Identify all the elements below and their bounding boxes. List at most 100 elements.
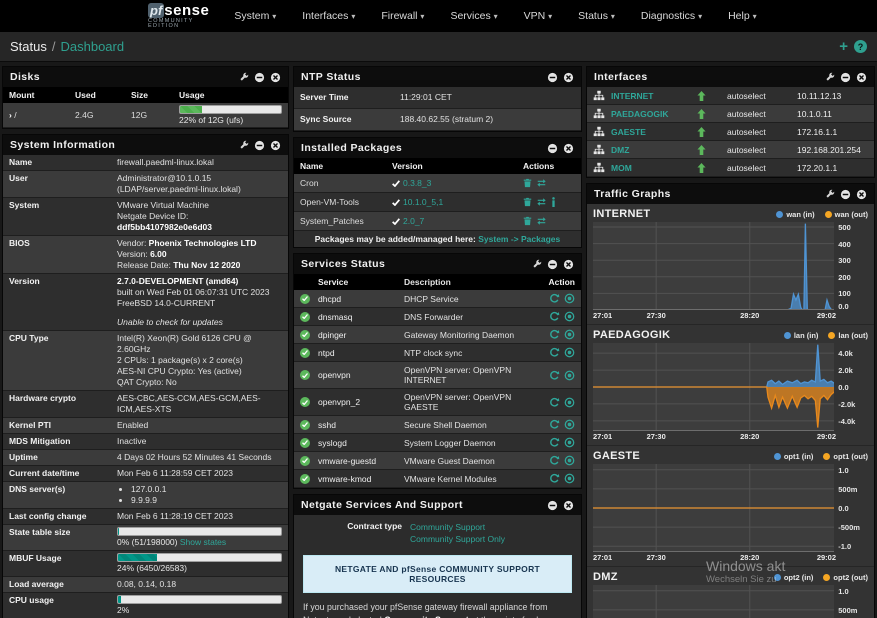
package-actions <box>523 216 575 226</box>
menu-diagnostics[interactable]: Diagnostics ▾ <box>628 10 715 22</box>
interface-name-link[interactable]: GAESTE <box>611 127 697 137</box>
menu-firewall[interactable]: Firewall ▾ <box>368 10 437 22</box>
minus-circle-icon[interactable] <box>840 72 851 83</box>
stop-service-icon[interactable] <box>564 397 575 408</box>
info-icon[interactable] <box>551 197 556 207</box>
close-circle-icon[interactable] <box>856 72 867 83</box>
close-circle-icon[interactable] <box>270 140 281 151</box>
installed-packages-title: Installed Packages <box>301 142 403 154</box>
add-widget-icon[interactable]: + <box>839 39 848 54</box>
stop-service-icon[interactable] <box>564 455 575 466</box>
close-circle-icon[interactable] <box>563 500 574 511</box>
menu-services[interactable]: Services ▾ <box>437 10 510 22</box>
minus-circle-icon[interactable] <box>840 189 851 200</box>
close-circle-icon[interactable] <box>563 143 574 154</box>
stop-service-icon[interactable] <box>564 419 575 430</box>
value-line: AES-NI CPU Crypto: Yes (active) <box>117 366 282 377</box>
close-circle-icon[interactable] <box>856 189 867 200</box>
value-line: 2 CPUs: 1 package(s) x 2 core(s) <box>117 355 282 366</box>
text-segment: Mon Feb 6 11:28:19 CET 2023 <box>117 511 233 521</box>
restart-service-icon[interactable] <box>549 311 560 322</box>
minus-circle-icon[interactable] <box>547 259 558 270</box>
disks-panel: Disks Mount Used Size Usage › /2.4G 12G 22% of… <box>2 66 289 129</box>
wrench-icon[interactable] <box>532 259 542 269</box>
restart-service-icon[interactable] <box>549 455 560 466</box>
stop-service-icon[interactable] <box>564 370 575 381</box>
interface-name-link[interactable]: PAEDAGOGIK <box>611 109 697 119</box>
minus-circle-icon[interactable] <box>254 140 265 151</box>
service-status <box>300 347 318 358</box>
contract-type-value[interactable]: Community Support Only <box>410 533 505 545</box>
usage-bar <box>117 553 282 562</box>
minus-circle-icon[interactable] <box>547 500 558 511</box>
interface-name-link[interactable]: DMZ <box>611 145 697 155</box>
menu-vpn[interactable]: VPN ▾ <box>511 10 566 22</box>
disk-mount[interactable]: › / <box>9 110 75 120</box>
reinstall-icon[interactable] <box>536 197 547 207</box>
contract-type-value[interactable]: Community Support <box>410 521 505 533</box>
package-version-link[interactable]: 2.0_7 <box>403 216 424 226</box>
wrench-icon[interactable] <box>825 72 835 82</box>
restart-service-icon[interactable] <box>549 397 560 408</box>
traffic-graph-paedagogik: PAEDAGOGIK lan (in) lan (out) 4.0k 2.0k 0.0 -2… <box>587 325 874 446</box>
wrench-icon[interactable] <box>239 72 249 82</box>
restart-service-icon[interactable] <box>549 437 560 448</box>
x-tick-label: 27:30 <box>646 311 666 320</box>
stop-service-icon[interactable] <box>564 437 575 448</box>
text-segment: Phoenix Technologies LTD <box>148 238 257 248</box>
stop-service-icon[interactable] <box>564 347 575 358</box>
menu-interfaces[interactable]: Interfaces ▾ <box>289 10 368 22</box>
restart-service-icon[interactable] <box>549 473 560 484</box>
value-line: Vendor: Phoenix Technologies LTD <box>117 238 282 249</box>
minus-circle-icon[interactable] <box>254 72 265 83</box>
menu-system[interactable]: System ▾ <box>221 10 289 22</box>
legend-label: opt2 (in) <box>783 572 814 582</box>
interface-name-link[interactable]: INTERNET <box>611 91 697 101</box>
legend-dot <box>824 210 832 218</box>
text-segment: Release Date: <box>117 260 174 270</box>
navbar-menus: System ▾ Interfaces ▾ Firewall ▾ Services ▾… <box>221 10 769 22</box>
menu-label: Firewall <box>381 10 421 22</box>
stop-service-icon[interactable] <box>564 329 575 340</box>
help-icon[interactable]: ? <box>854 40 867 53</box>
minus-circle-icon[interactable] <box>547 143 558 154</box>
sysinfo-label: Load average <box>9 579 64 589</box>
restart-service-icon[interactable] <box>549 419 560 430</box>
service-actions <box>541 455 575 466</box>
interface-name-link[interactable]: MOM <box>611 163 697 173</box>
inline-link[interactable]: Show states <box>180 537 226 547</box>
menu-status[interactable]: Status ▾ <box>565 10 628 22</box>
text-segment: Inactive <box>117 436 147 446</box>
reinstall-icon[interactable] <box>536 178 547 188</box>
value-line: Inactive <box>117 436 282 447</box>
usage-bar-fill <box>118 528 119 535</box>
restart-service-icon[interactable] <box>549 347 560 358</box>
trash-icon[interactable] <box>523 197 532 207</box>
menu-help[interactable]: Help ▾ <box>715 10 770 22</box>
close-circle-icon[interactable] <box>563 259 574 270</box>
packages-footer-link[interactable]: System -> Packages <box>478 234 560 244</box>
wrench-icon[interactable] <box>825 189 835 199</box>
stop-service-icon[interactable] <box>564 293 575 304</box>
text-segment: Version: <box>117 249 151 259</box>
package-version-link[interactable]: 0.3.8_3 <box>403 178 431 188</box>
service-name: ntpd <box>318 347 335 358</box>
package-version-link[interactable]: 10.1.0_5,1 <box>403 197 443 207</box>
stop-service-icon[interactable] <box>564 473 575 484</box>
legend-item: wan (in) <box>776 210 815 219</box>
close-circle-icon[interactable] <box>270 72 281 83</box>
y-tick-label: 0.0 <box>838 383 849 392</box>
pfsense-logo[interactable]: pf sense COMMUNITY EDITION <box>148 2 209 30</box>
trash-icon[interactable] <box>523 216 532 226</box>
close-circle-icon[interactable] <box>563 72 574 83</box>
uptodate-check-icon <box>392 217 400 225</box>
minus-circle-icon[interactable] <box>547 72 558 83</box>
stop-service-icon[interactable] <box>564 311 575 322</box>
restart-service-icon[interactable] <box>549 293 560 304</box>
restart-service-icon[interactable] <box>549 329 560 340</box>
reinstall-icon[interactable] <box>536 216 547 226</box>
wrench-icon[interactable] <box>239 140 249 150</box>
text-segment: FreeBSD 14.0-CURRENT <box>117 298 216 308</box>
restart-service-icon[interactable] <box>549 370 560 381</box>
trash-icon[interactable] <box>523 178 532 188</box>
